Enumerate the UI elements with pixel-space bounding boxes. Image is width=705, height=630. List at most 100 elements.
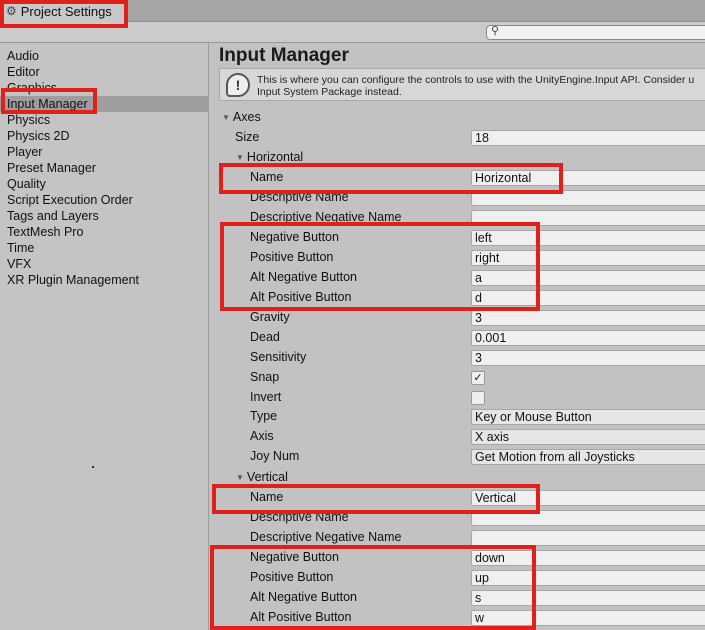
- sidebar-item-preset-manager[interactable]: Preset Manager: [0, 160, 209, 176]
- axis-dropdown[interactable]: X axis: [471, 429, 705, 445]
- axis-label: Axis: [250, 429, 274, 443]
- foldout-arrow-icon: ▼: [236, 473, 244, 482]
- negative-button-label: Negative Button: [250, 550, 339, 564]
- vertical-negative-button-field[interactable]: down: [471, 550, 705, 566]
- horizontal-alt-negative-button-field[interactable]: a: [471, 270, 705, 286]
- sensitivity-label: Sensitivity: [250, 350, 307, 364]
- info-icon: !: [226, 73, 250, 97]
- sidebar-item-editor[interactable]: Editor: [0, 64, 209, 80]
- invert-row: Invert: [210, 388, 705, 408]
- sidebar-item-player[interactable]: Player: [0, 144, 209, 160]
- type-label: Type: [250, 409, 278, 423]
- vertical-header: Vertical: [246, 470, 288, 484]
- sidebar-item-physics-2d[interactable]: Physics 2D: [0, 128, 209, 144]
- size-label: Size: [235, 130, 260, 144]
- horizontal-alt-positive-button-field[interactable]: d: [471, 290, 705, 306]
- vertical-neg-row: Negative Button down: [210, 548, 705, 568]
- joy-num-row: Joy Num Get Motion from all Joysticks: [210, 447, 705, 467]
- sidebar-item-script-execution-order[interactable]: Script Execution Order: [0, 192, 209, 208]
- sidebar-item-vfx[interactable]: VFX: [0, 256, 209, 272]
- vertical-positive-button-field[interactable]: up: [471, 570, 705, 586]
- horizontal-desc-row: Descriptive Name: [210, 188, 705, 208]
- help-box: ! This is where you can configure the co…: [219, 68, 705, 101]
- sensitivity-field[interactable]: 3: [471, 350, 705, 366]
- settings-sidebar: Audio Editor Graphics Input Manager Phys…: [0, 43, 209, 630]
- foldout-arrow-icon: ▼: [236, 153, 244, 162]
- vertical-alt-negative-button-field[interactable]: s: [471, 590, 705, 606]
- help-message: This is where you can configure the cont…: [257, 74, 705, 98]
- descriptive-name-label: Descriptive Name: [250, 190, 349, 204]
- horizontal-negative-button-field[interactable]: left: [471, 230, 705, 246]
- sidebar-item-textmesh-pro[interactable]: TextMesh Pro: [0, 224, 209, 240]
- snap-checkbox[interactable]: ✓: [471, 371, 485, 385]
- window-titlebar: ⚙ Project Settings: [0, 0, 705, 22]
- positive-button-label: Positive Button: [250, 570, 334, 584]
- stray-dot: [92, 466, 94, 468]
- positive-button-label: Positive Button: [250, 250, 334, 264]
- horizontal-foldout[interactable]: ▼ Horizontal: [210, 148, 705, 168]
- vertical-alt-pos-row: Alt Positive Button w: [210, 608, 705, 628]
- alt-negative-button-label: Alt Negative Button: [250, 270, 358, 284]
- horizontal-descriptive-name-field[interactable]: [471, 190, 705, 206]
- dead-field[interactable]: 0.001: [471, 330, 705, 346]
- vertical-foldout[interactable]: ▼ Vertical: [210, 468, 705, 488]
- axes-label: Axes: [232, 110, 261, 124]
- foldout-arrow-icon: ▼: [222, 113, 230, 122]
- sidebar-item-time[interactable]: Time: [0, 240, 209, 256]
- horizontal-name-field[interactable]: Horizontal: [471, 170, 705, 186]
- name-label: Name: [250, 490, 284, 504]
- help-line-2: Input System Package instead.: [257, 86, 402, 98]
- horizontal-neg-row: Negative Button left: [210, 228, 705, 248]
- name-label: Name: [250, 170, 284, 184]
- gravity-field[interactable]: 3: [471, 310, 705, 326]
- vertical-desc-neg-row: Descriptive Negative Name: [210, 528, 705, 548]
- dead-label: Dead: [250, 330, 280, 344]
- horizontal-positive-button-field[interactable]: right: [471, 250, 705, 266]
- page-title: Input Manager: [219, 45, 349, 66]
- sidebar-item-input-manager[interactable]: Input Manager: [0, 96, 209, 112]
- dead-row: Dead 0.001: [210, 328, 705, 348]
- gear-icon: ⚙: [6, 4, 17, 18]
- project-settings-tab[interactable]: ⚙ Project Settings: [0, 0, 128, 22]
- alt-positive-button-label: Alt Positive Button: [250, 610, 352, 624]
- vertical-descriptive-name-field[interactable]: [471, 510, 705, 526]
- gravity-row: Gravity 3: [210, 308, 705, 328]
- sidebar-item-audio[interactable]: Audio: [0, 48, 209, 64]
- vertical-alt-positive-button-field[interactable]: w: [471, 610, 705, 626]
- snap-row: Snap ✓: [210, 368, 705, 388]
- sidebar-item-graphics[interactable]: Graphics: [0, 80, 209, 96]
- descriptive-name-label: Descriptive Name: [250, 510, 349, 524]
- search-row: ⚲: [0, 22, 705, 43]
- vertical-descriptive-negative-name-field[interactable]: [471, 530, 705, 546]
- type-dropdown[interactable]: Key or Mouse Button: [471, 409, 705, 425]
- negative-button-label: Negative Button: [250, 230, 339, 244]
- descriptive-negative-name-label: Descriptive Negative Name: [250, 530, 402, 544]
- sidebar-item-physics[interactable]: Physics: [0, 112, 209, 128]
- vertical-desc-row: Descriptive Name: [210, 508, 705, 528]
- horizontal-pos-row: Positive Button right: [210, 248, 705, 268]
- axes-foldout[interactable]: ▼ Axes: [210, 108, 705, 128]
- alt-negative-button-label: Alt Negative Button: [250, 590, 358, 604]
- horizontal-desc-neg-row: Descriptive Negative Name: [210, 208, 705, 228]
- search-input[interactable]: ⚲: [486, 25, 705, 40]
- horizontal-name-row: Name Horizontal: [210, 168, 705, 188]
- horizontal-descriptive-negative-name-field[interactable]: [471, 210, 705, 226]
- vertical-name-row: Name Vertical: [210, 488, 705, 508]
- vertical-name-field[interactable]: Vertical: [471, 490, 705, 506]
- descriptive-negative-name-label: Descriptive Negative Name: [250, 210, 402, 224]
- horizontal-alt-pos-row: Alt Positive Button d: [210, 288, 705, 308]
- sidebar-item-quality[interactable]: Quality: [0, 176, 209, 192]
- invert-checkbox[interactable]: [471, 391, 485, 405]
- inspector-panel: Input Manager ! This is where you can co…: [210, 43, 705, 630]
- vertical-pos-row: Positive Button up: [210, 568, 705, 588]
- search-icon: ⚲: [491, 25, 500, 37]
- sidebar-item-tags-and-layers[interactable]: Tags and Layers: [0, 208, 209, 224]
- sensitivity-row: Sensitivity 3: [210, 348, 705, 368]
- vertical-alt-neg-row: Alt Negative Button s: [210, 588, 705, 608]
- invert-label: Invert: [250, 390, 282, 404]
- window-title: Project Settings: [20, 3, 112, 19]
- size-field[interactable]: 18: [471, 130, 705, 146]
- joy-num-dropdown[interactable]: Get Motion from all Joysticks: [471, 449, 705, 465]
- gravity-label: Gravity: [250, 310, 290, 324]
- sidebar-item-xr-plugin-management[interactable]: XR Plugin Management: [0, 272, 209, 288]
